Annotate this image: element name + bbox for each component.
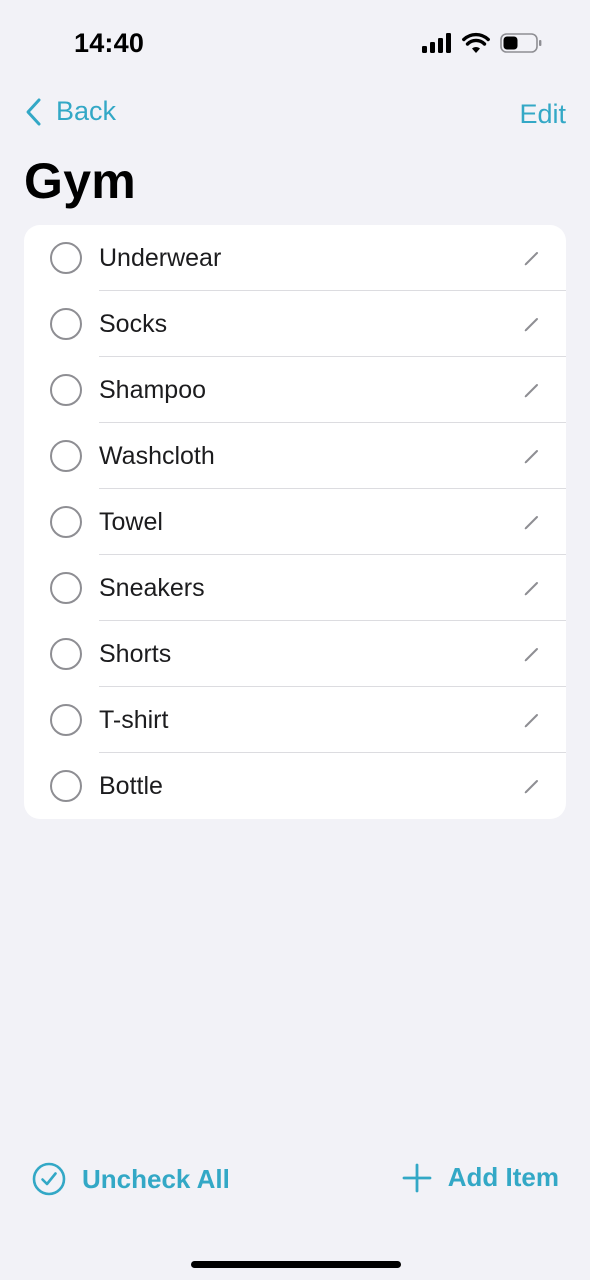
pencil-icon[interactable] [522, 248, 542, 268]
plus-icon [402, 1163, 432, 1192]
item-label: Underwear [99, 244, 222, 272]
battery-icon [500, 32, 542, 53]
list-item[interactable]: Towel [24, 489, 566, 555]
checkmark-circle-icon [32, 1162, 66, 1196]
add-item-button[interactable]: Add Item [402, 1162, 559, 1193]
list-item[interactable]: Bottle [24, 753, 566, 819]
cellular-signal-icon [422, 32, 451, 53]
list-item[interactable]: Sneakers [24, 555, 566, 621]
list-item[interactable]: Underwear [24, 225, 566, 291]
item-label: Shorts [99, 640, 172, 668]
checkbox-circle[interactable] [50, 572, 82, 604]
checkbox-circle[interactable] [50, 242, 82, 274]
checkbox-circle[interactable] [50, 704, 82, 736]
item-label: Sneakers [99, 574, 205, 602]
pencil-icon[interactable] [522, 380, 542, 400]
checkbox-circle[interactable] [50, 638, 82, 670]
home-indicator[interactable] [191, 1261, 401, 1268]
pencil-icon[interactable] [522, 710, 542, 730]
list-item[interactable]: Socks [24, 291, 566, 357]
checkbox-circle[interactable] [50, 308, 82, 340]
list-item[interactable]: Shorts [24, 621, 566, 687]
item-label: Towel [99, 508, 163, 536]
pencil-icon[interactable] [522, 578, 542, 598]
status-bar: 14:40 [0, 0, 590, 88]
status-icons [422, 32, 542, 53]
pencil-icon[interactable] [522, 776, 542, 796]
edit-button[interactable]: Edit [519, 99, 566, 130]
back-button[interactable]: Back [24, 96, 116, 127]
checkbox-circle[interactable] [50, 770, 82, 802]
status-time: 14:40 [74, 28, 145, 58]
item-label: Bottle [99, 772, 163, 800]
item-label: T-shirt [99, 706, 169, 734]
uncheck-all-button[interactable]: Uncheck All [32, 1162, 230, 1196]
page-title: Gym [24, 153, 137, 209]
add-item-label: Add Item [447, 1162, 559, 1192]
checkbox-circle[interactable] [50, 374, 82, 406]
chevron-left-icon [26, 98, 41, 125]
pencil-icon[interactable] [522, 446, 542, 466]
checkbox-circle[interactable] [50, 440, 82, 472]
item-label: Shampoo [99, 376, 207, 404]
list-item[interactable]: Washcloth [24, 423, 566, 489]
items-list: Underwear Socks Shampoo Washcloth Towel … [24, 225, 566, 819]
wifi-icon [462, 32, 490, 53]
pencil-icon[interactable] [522, 644, 542, 664]
pencil-icon[interactable] [522, 314, 542, 334]
back-label: Back [56, 96, 117, 126]
pencil-icon[interactable] [522, 512, 542, 532]
item-label: Socks [99, 310, 168, 338]
list-item[interactable]: T-shirt [24, 687, 566, 753]
uncheck-all-label: Uncheck All [82, 1163, 230, 1194]
list-item[interactable]: Shampoo [24, 357, 566, 423]
checkbox-circle[interactable] [50, 506, 82, 538]
item-label: Washcloth [99, 442, 215, 470]
